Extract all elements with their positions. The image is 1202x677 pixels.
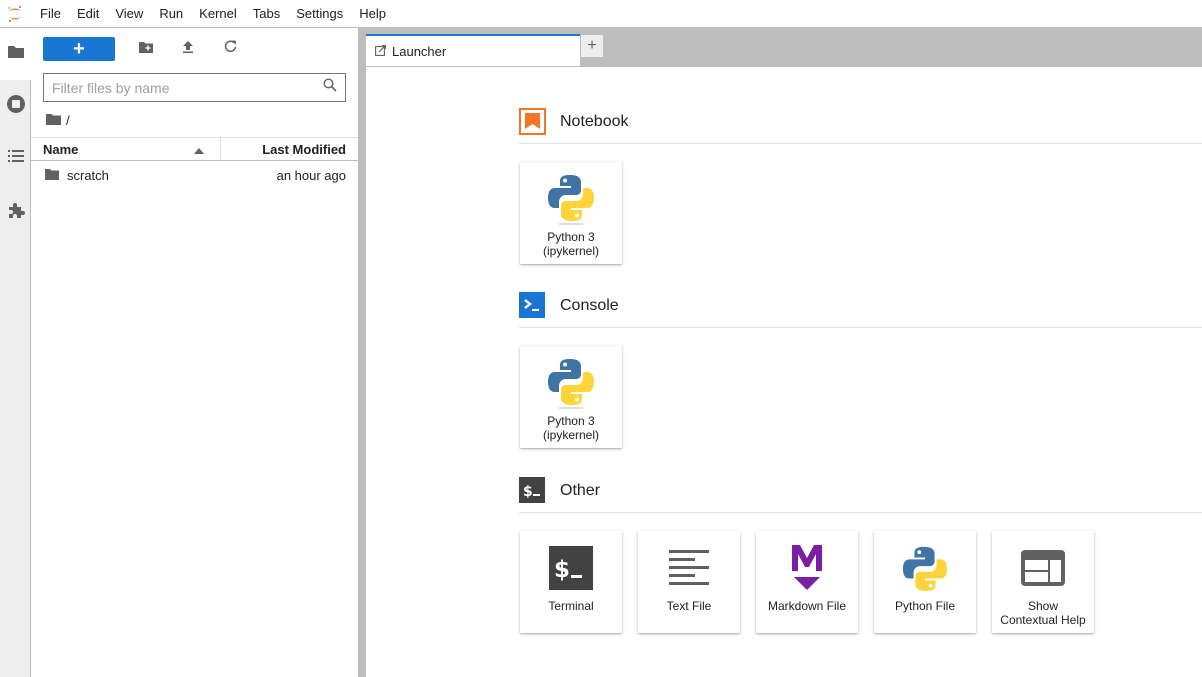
card-label: Python 3 (ipykernel) <box>543 230 599 258</box>
breadcrumb-home-folder-icon[interactable] <box>46 113 61 128</box>
text-file-icon <box>662 541 716 595</box>
sidebar-tab-running[interactable] <box>0 80 31 132</box>
sidebar-tab-extensions[interactable] <box>0 186 31 238</box>
launcher-card-markdown-file[interactable]: Markdown File <box>756 531 858 633</box>
column-header-name[interactable]: Name <box>31 138 221 160</box>
launcher-card-terminal[interactable]: $ Terminal <box>520 531 622 633</box>
new-folder-icon <box>139 40 153 58</box>
file-browser-panel: + / Name <box>31 28 358 677</box>
list-icon <box>7 149 24 168</box>
sidebar-tab-table-of-contents[interactable] <box>0 132 31 184</box>
launcher-section-other: $ Other <box>519 469 1202 513</box>
contextual-help-icon <box>1016 541 1070 595</box>
launcher-card-console-python3[interactable]: Python 3 (ipykernel) <box>520 346 622 448</box>
card-label: Terminal <box>548 599 594 613</box>
card-label-line2: (ipykernel) <box>542 244 599 258</box>
menu-view[interactable]: View <box>107 0 151 28</box>
puzzle-icon <box>7 201 25 224</box>
section-title: Console <box>560 296 619 314</box>
menu-run[interactable]: Run <box>151 0 191 28</box>
python-logo-icon <box>544 356 598 410</box>
card-label: Show Contextual Help <box>1000 599 1085 627</box>
card-label-line2: (ipykernel) <box>542 428 599 442</box>
folder-icon <box>45 168 59 183</box>
sort-ascending-icon <box>194 142 204 157</box>
terminal-icon: $ <box>519 477 546 504</box>
refresh-icon <box>224 40 237 58</box>
new-folder-button[interactable] <box>125 37 167 61</box>
svg-text:$: $ <box>554 557 570 583</box>
launcher-icon <box>375 44 386 59</box>
breadcrumb-path[interactable]: / <box>66 113 70 128</box>
main-dock-area: Launcher + Notebook Python 3 (ipykernel) <box>366 28 1202 677</box>
new-launcher-button[interactable]: + <box>43 37 115 61</box>
notebook-icon <box>519 108 546 135</box>
file-last-modified: an hour ago <box>276 167 346 183</box>
console-icon <box>519 292 546 319</box>
launcher-card-python-file[interactable]: Python File <box>874 531 976 633</box>
menu-tabs[interactable]: Tabs <box>245 0 288 28</box>
filter-files-box <box>43 73 346 102</box>
card-label: Markdown File <box>767 599 847 613</box>
tab-content-divider <box>366 66 1202 67</box>
card-label-line1: Python 3 <box>547 230 595 244</box>
menu-bar: File Edit View Run Kernel Tabs Settings … <box>0 0 1202 28</box>
tab-label: Launcher <box>392 44 447 59</box>
svg-text:$: $ <box>523 484 533 500</box>
launcher-card-text-file[interactable]: Text File <box>638 531 740 633</box>
python-logo-icon <box>898 541 952 595</box>
stop-circle-icon <box>6 94 26 119</box>
menu-edit[interactable]: Edit <box>69 0 107 28</box>
menu-help[interactable]: Help <box>351 0 394 28</box>
column-header-last-modified[interactable]: Last Modified <box>221 138 358 160</box>
new-tab-button[interactable]: + <box>580 34 604 58</box>
file-name: scratch <box>67 167 109 183</box>
tab-bar: Launcher + <box>366 28 1202 67</box>
terminal-icon: $ <box>544 541 598 595</box>
upload-icon <box>182 40 194 58</box>
card-label-line1: Show <box>1027 599 1058 613</box>
card-label-line2: Contextual Help <box>1000 613 1086 627</box>
launcher-card-notebook-python3[interactable]: Python 3 (ipykernel) <box>520 162 622 264</box>
launcher-section-console: Console <box>519 284 1202 328</box>
menu-settings[interactable]: Settings <box>288 0 351 28</box>
markdown-icon <box>780 541 834 595</box>
panel-resize-handle[interactable] <box>358 28 366 677</box>
menu-file[interactable]: File <box>30 0 69 28</box>
jupyter-logo-icon[interactable] <box>0 0 30 28</box>
breadcrumb: / <box>46 112 70 128</box>
launcher-card-contextual-help[interactable]: Show Contextual Help <box>992 531 1094 633</box>
file-listing-header: Name Last Modified <box>31 137 358 161</box>
upload-button[interactable] <box>167 37 209 61</box>
sidebar-tab-file-browser[interactable] <box>0 28 32 80</box>
tab-launcher[interactable]: Launcher <box>366 34 580 67</box>
column-name-label: Name <box>43 141 79 157</box>
filter-files-input[interactable] <box>52 79 323 96</box>
folder-icon <box>7 45 25 64</box>
card-label-line1: Python 3 <box>547 414 595 428</box>
activity-bar <box>0 28 32 677</box>
launcher-section-notebook: Notebook <box>519 100 1202 144</box>
section-title: Other <box>560 481 601 499</box>
file-name-cell: scratch <box>31 168 277 183</box>
section-title: Notebook <box>560 112 629 130</box>
python-logo-icon <box>544 172 598 226</box>
search-icon <box>323 78 337 97</box>
card-label: Python File <box>894 599 956 613</box>
menu-kernel[interactable]: Kernel <box>191 0 245 28</box>
column-modified-label: Last Modified <box>262 141 346 157</box>
refresh-button[interactable] <box>209 37 251 61</box>
file-row[interactable]: scratch an hour ago <box>31 165 358 185</box>
file-browser-toolbar: + <box>43 37 251 61</box>
card-label: Python 3 (ipykernel) <box>543 414 599 442</box>
card-label: Text File <box>666 599 712 613</box>
